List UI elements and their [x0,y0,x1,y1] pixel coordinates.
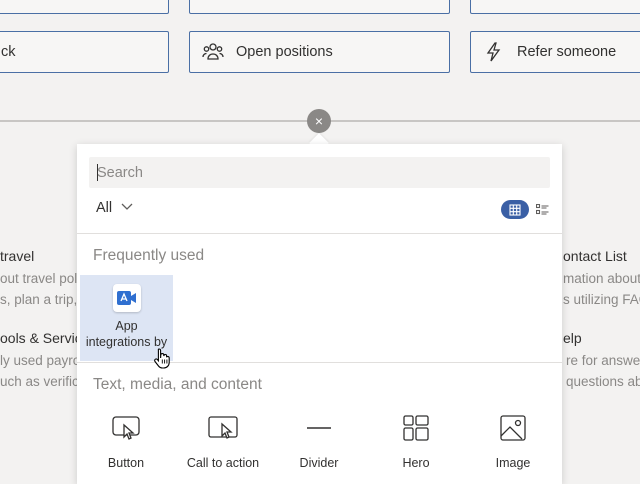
bg-item-desc: s utilizing FAQ [563,292,640,307]
webpart-image[interactable]: Image [465,412,561,470]
button-icon [110,412,142,444]
toolbox-panel: All Frequently used App [77,144,562,484]
filter-label: All [96,200,113,216]
webpart-hero[interactable]: Hero [368,412,464,470]
app-integrations-icon [112,284,141,312]
grid-view-button[interactable] [501,200,529,219]
search-input[interactable] [97,164,537,181]
section-heading-text-media: Text, media, and content [93,376,262,393]
bg-item-desc: re for answe [566,353,640,368]
tool-label: Button [107,456,145,470]
text-cursor [97,164,98,181]
quick-link-tile-refer-someone[interactable]: Refer someone [470,31,640,73]
list-icon [535,203,548,215]
webpart-button[interactable]: Button [78,412,174,470]
view-toggle [501,200,550,219]
bg-item-desc: questions ab [566,374,640,389]
panel-separator [77,362,562,363]
hand-pointer-cursor-icon [153,347,173,371]
close-icon: × [314,113,324,129]
tile-label: Refer someone [517,44,617,60]
list-view-button[interactable] [534,202,550,218]
quick-link-tile[interactable] [0,0,169,14]
tile-label: ck [1,44,16,60]
bg-item-desc: ly used payro [0,353,81,368]
webpart-label-line1: App [115,319,138,333]
divider-icon [303,412,335,444]
hero-icon [400,412,432,444]
bg-item-title: ontact List [563,248,627,264]
panel-separator [77,233,562,234]
chevron-down-icon [121,202,133,214]
tool-label: Hero [402,456,430,470]
search-box[interactable] [89,157,550,188]
webpart-divider[interactable]: Divider [271,412,367,470]
tool-label: Divider [299,456,339,470]
section-heading-frequently-used: Frequently used [93,247,205,264]
quick-link-tile-feedback[interactable]: ck [0,31,169,73]
bg-item-desc: mation about [563,271,640,286]
people-group-icon [202,41,224,63]
tool-label: Call to action [186,456,260,470]
category-filter-dropdown[interactable]: All [96,200,133,216]
lightning-icon [483,41,505,63]
call-to-action-icon [207,412,239,444]
bg-item-desc: out travel pol [0,271,78,286]
quick-link-tile[interactable] [470,0,640,14]
bg-item-title: travel [0,248,35,264]
bg-item-desc: s, plan a trip, [0,292,78,307]
image-icon [497,412,529,444]
close-toolbox-button[interactable]: × [307,109,331,133]
tool-label: Image [495,456,531,470]
webpart-call-to-action[interactable]: Call to action [175,412,271,470]
grid-icon [509,203,521,216]
bg-item-desc: uch as verific [0,374,79,389]
quick-link-tile[interactable] [189,0,450,14]
bg-item-title: elp [563,330,582,346]
tile-label: Open positions [236,44,333,60]
quick-link-tile-open-positions[interactable]: Open positions [189,31,450,73]
